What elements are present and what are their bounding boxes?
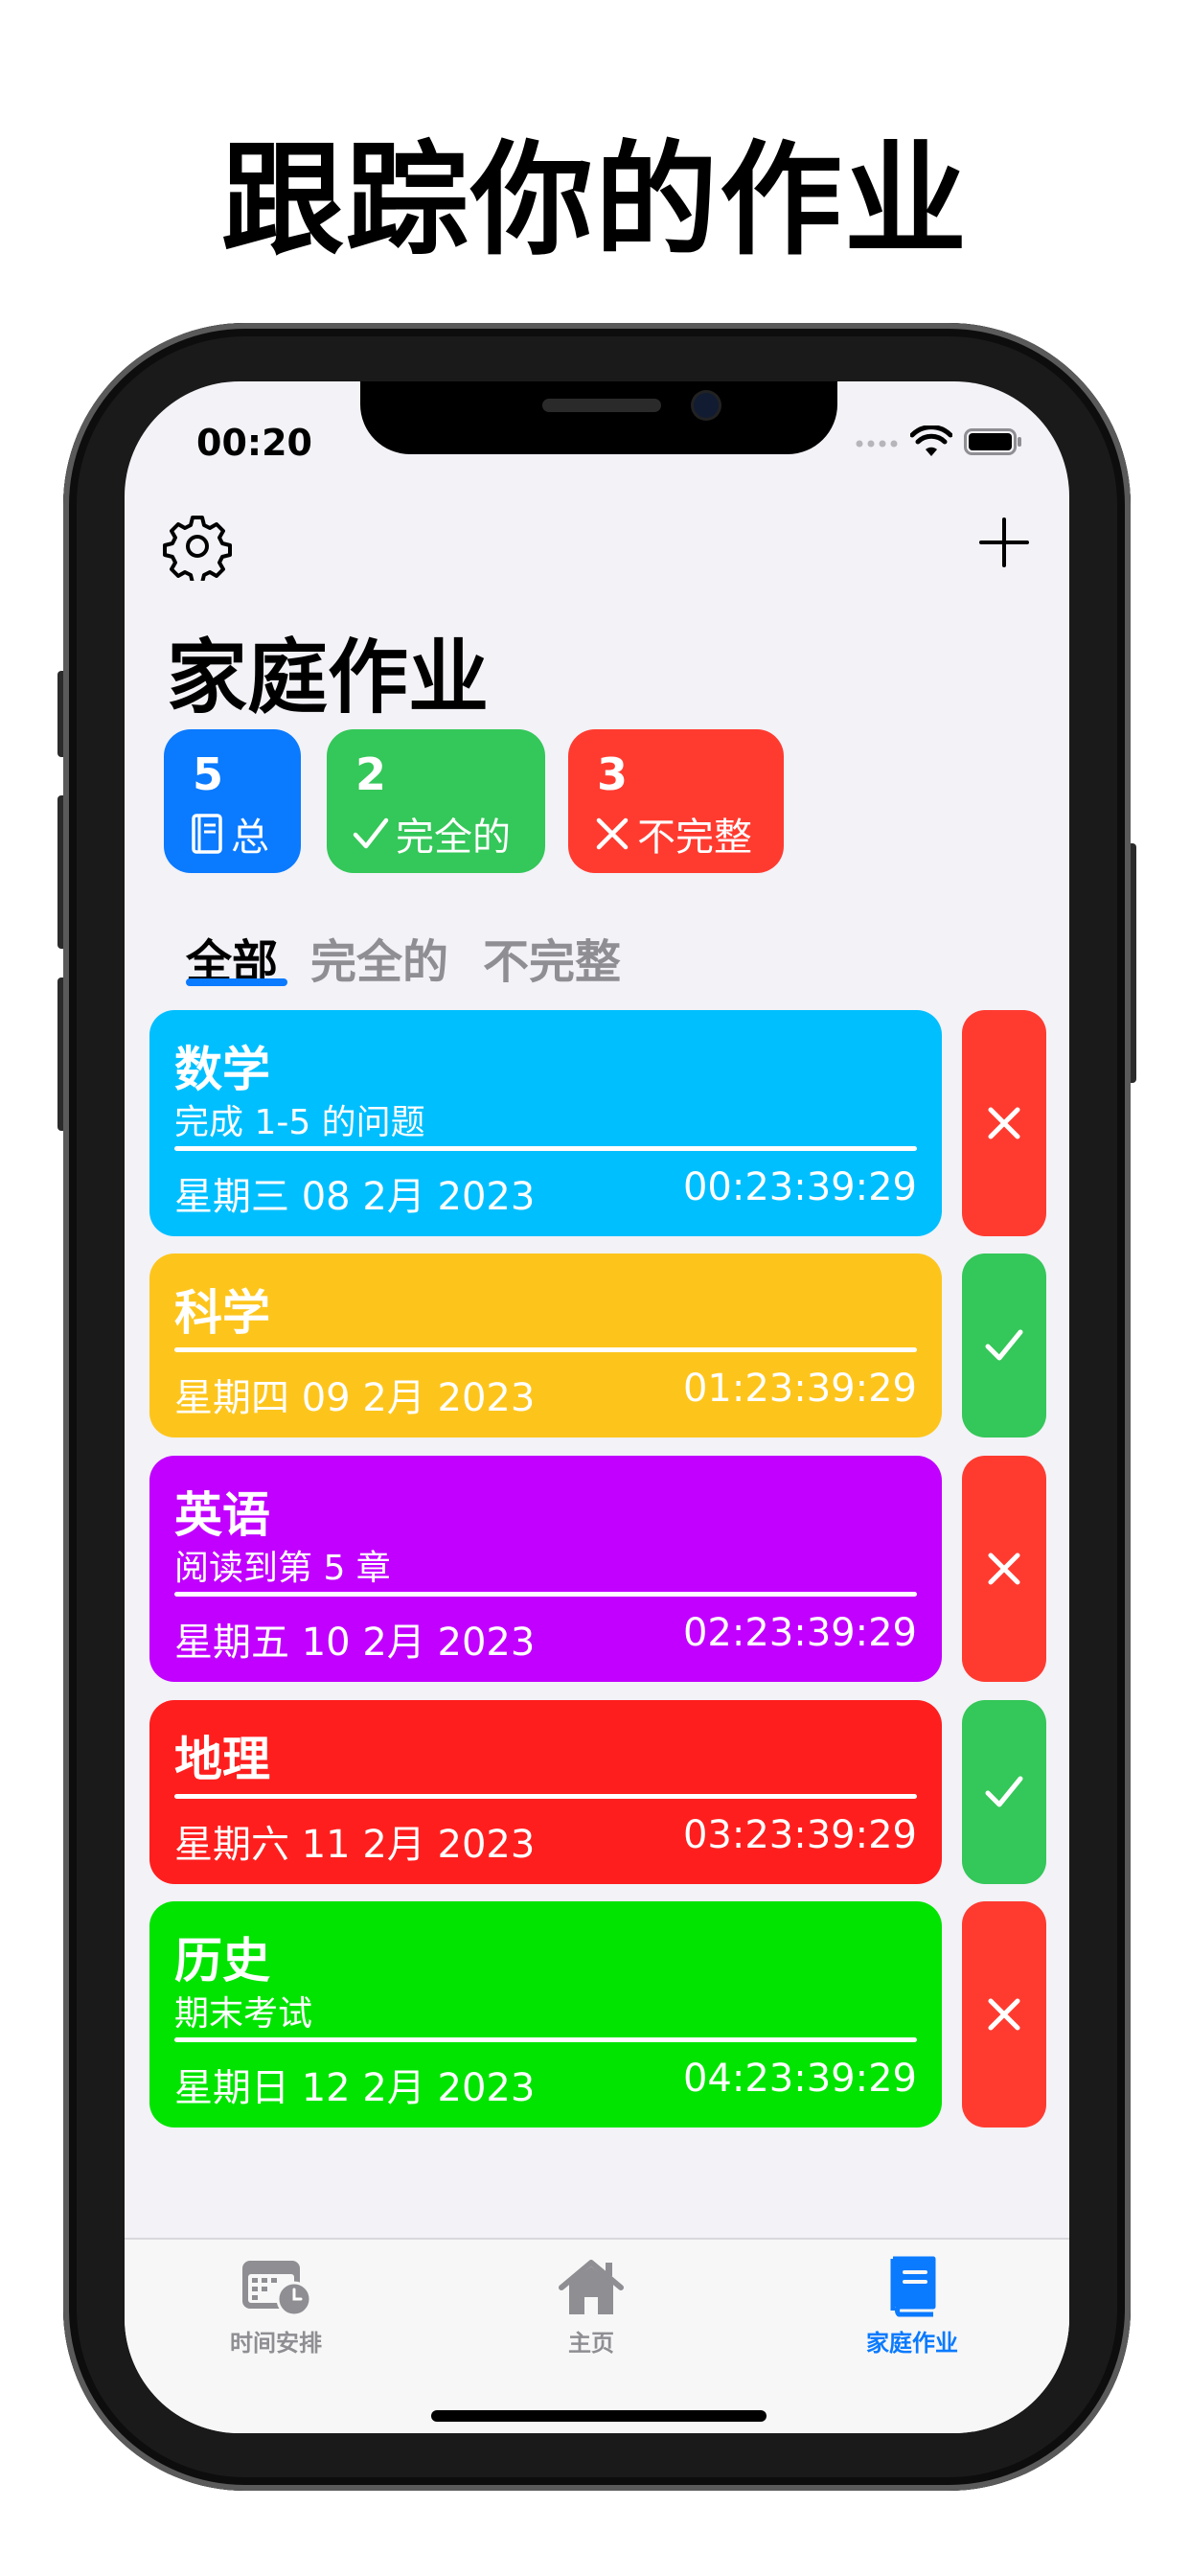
assignment-countdown: 00:23:39:29 <box>682 1165 917 1209</box>
add-assignment-button[interactable] <box>977 516 1031 573</box>
assignment-date: 星期六 11 2月 2023 <box>174 1823 536 1867</box>
book-icon <box>890 2256 936 2317</box>
tab-bar-label: 主页 <box>568 2330 614 2357</box>
assignment-countdown: 01:23:39:29 <box>682 1367 917 1411</box>
mark-complete-button[interactable] <box>962 1254 1046 1438</box>
house-icon <box>559 2260 624 2314</box>
tab-incomplete[interactable]: 不完整 <box>483 924 621 991</box>
xmark-icon <box>988 1998 1020 2031</box>
assignment-card[interactable]: 地理 星期六 11 2月 2023 03:23:39:29 <box>149 1700 942 1884</box>
stat-complete[interactable]: 2 完全的 <box>327 729 545 873</box>
assignment-description: 阅读到第 5 章 <box>174 1549 391 1588</box>
assignment-card[interactable]: 科学 星期四 09 2月 2023 01:23:39:29 <box>149 1254 942 1438</box>
assignment-description: 期末考试 <box>174 1994 313 2034</box>
mark-incomplete-button[interactable] <box>962 1456 1046 1682</box>
assignment-description: 完成 1-5 的问题 <box>174 1103 425 1142</box>
checkmark-icon <box>985 1776 1023 1807</box>
assignment-subject: 历史 <box>174 1933 270 1989</box>
tab-bar: 时间安排 主页 家庭作业 <box>125 2238 1069 2433</box>
mark-complete-button[interactable] <box>962 1700 1046 1884</box>
gear-icon <box>163 516 232 585</box>
assignment-countdown: 03:23:39:29 <box>682 1813 917 1857</box>
checkmark-icon <box>353 817 389 849</box>
card-divider <box>174 1347 917 1352</box>
assignment-date: 星期三 08 2月 2023 <box>174 1175 536 1219</box>
xmark-icon <box>988 1552 1020 1585</box>
settings-button[interactable] <box>163 512 232 585</box>
stat-incomplete[interactable]: 3 不完整 <box>568 729 784 873</box>
xmark-icon <box>988 1107 1020 1139</box>
camera <box>694 393 719 418</box>
notch <box>360 381 837 454</box>
stat-total[interactable]: 5 总 <box>164 729 301 873</box>
card-divider <box>174 2037 917 2042</box>
home-indicator <box>431 2410 767 2422</box>
assignment-card[interactable]: 历史 期末考试 星期日 12 2月 2023 04:23:39:29 <box>149 1901 942 2128</box>
speaker <box>542 399 661 412</box>
tab-bar-label: 家庭作业 <box>866 2330 958 2357</box>
notebook-icon <box>192 814 222 854</box>
card-divider <box>174 1146 917 1151</box>
tab-bar-label: 时间安排 <box>230 2330 322 2357</box>
assignment-date: 星期日 12 2月 2023 <box>174 2066 536 2110</box>
cellular-signal-icon <box>856 440 898 448</box>
tab-bar-homework[interactable]: 家庭作业 <box>816 2253 1008 2358</box>
page-title: 家庭作业 <box>167 631 490 724</box>
assignment-subject: 数学 <box>174 1042 270 1097</box>
stat-incomplete-count: 3 <box>597 748 629 800</box>
stat-total-count: 5 <box>193 748 224 800</box>
xmark-icon <box>596 817 629 850</box>
stat-incomplete-label: 不完整 <box>637 816 752 860</box>
status-indicators <box>855 426 1023 458</box>
tab-bar-home[interactable]: 主页 <box>495 2253 687 2358</box>
stat-complete-label: 完全的 <box>396 816 511 860</box>
card-divider <box>174 1794 917 1799</box>
mark-incomplete-button[interactable] <box>962 1901 1046 2128</box>
assignment-subject: 地理 <box>174 1732 270 1787</box>
mark-incomplete-button[interactable] <box>962 1010 1046 1236</box>
tab-bar-schedule[interactable]: 时间安排 <box>180 2253 372 2358</box>
stat-total-label: 总 <box>231 816 269 860</box>
plus-icon <box>979 518 1029 567</box>
assignment-countdown: 02:23:39:29 <box>682 1611 917 1655</box>
assignment-subject: 英语 <box>174 1487 270 1543</box>
checkmark-icon <box>985 1329 1023 1361</box>
battery-icon <box>964 428 1021 455</box>
assignment-card[interactable]: 数学 完成 1-5 的问题 星期三 08 2月 2023 00:23:39:29 <box>149 1010 942 1236</box>
assignment-countdown: 04:23:39:29 <box>682 2057 917 2101</box>
assignment-date: 星期四 09 2月 2023 <box>174 1376 536 1420</box>
marketing-headline: 跟踪你的作业 <box>220 129 969 272</box>
assignment-subject: 科学 <box>174 1285 270 1341</box>
assignment-card[interactable]: 英语 阅读到第 5 章 星期五 10 2月 2023 02:23:39:29 <box>149 1456 942 1682</box>
stat-complete-count: 2 <box>355 748 387 800</box>
wifi-icon <box>910 426 952 456</box>
calendar-clock-icon <box>242 2261 311 2316</box>
tab-complete[interactable]: 完全的 <box>310 924 448 991</box>
assignment-date: 星期五 10 2月 2023 <box>174 1621 536 1665</box>
tab-selected-indicator <box>186 978 287 986</box>
card-divider <box>174 1592 917 1597</box>
app-screen: 00:20 家庭作业 5 总 2 完全的 3 不完整 全部 完全的 不完整 数学… <box>125 381 1069 2433</box>
status-time: 00:20 <box>196 422 312 464</box>
